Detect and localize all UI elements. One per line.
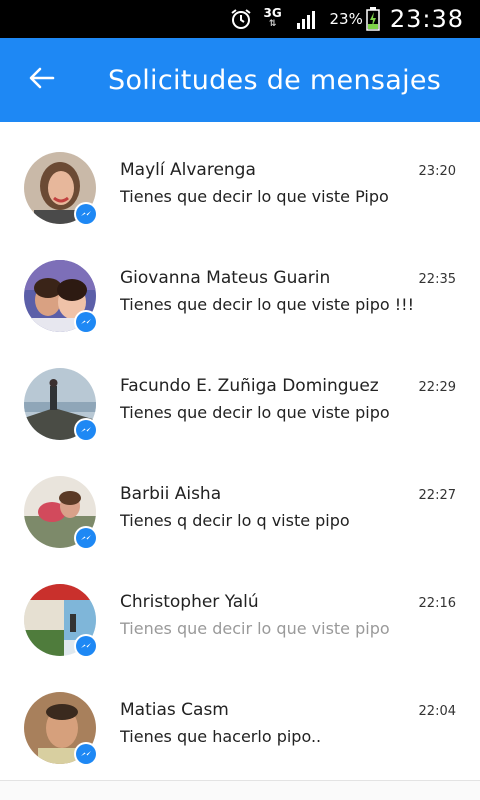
battery-percent: 23% [329, 10, 363, 28]
sender-name: Maylí Alvarenga [120, 160, 256, 180]
avatar [24, 692, 98, 766]
message-time: 22:16 [418, 596, 456, 611]
sender-name: Matias Casm [120, 700, 229, 720]
message-time: 23:20 [418, 164, 456, 179]
avatar [24, 260, 98, 334]
messenger-bolt-icon [74, 742, 98, 766]
messenger-bolt-icon [74, 310, 98, 334]
avatar [24, 476, 98, 550]
message-request-item[interactable]: Maylí Alvarenga Tienes que decir lo que … [0, 122, 480, 230]
status-bar: 3G ⇅ 23% 23:38 [0, 0, 480, 38]
sender-name: Facundo E. Zuñiga Dominguez [120, 376, 379, 396]
list-bottom-edge [0, 780, 480, 800]
message-time: 22:04 [418, 704, 456, 719]
network-type-indicator: 3G ⇅ [263, 6, 282, 29]
message-request-item[interactable]: Facundo E. Zuñiga Dominguez Tienes que d… [0, 338, 480, 446]
message-preview: Tienes que hacerlo pipo.. [120, 727, 322, 746]
sender-name: Barbii Aisha [120, 484, 222, 504]
status-clock: 23:38 [389, 5, 464, 33]
sender-name: Christopher Yalú [120, 592, 259, 612]
message-time: 22:35 [418, 272, 456, 287]
signal-bars-icon [297, 9, 319, 29]
app-bar: Solicitudes de mensajes [0, 38, 480, 122]
message-request-item[interactable]: Barbii Aisha Tienes q decir lo q viste p… [0, 446, 480, 554]
message-request-list: Maylí Alvarenga Tienes que decir lo que … [0, 122, 480, 770]
message-time: 22:29 [418, 380, 456, 395]
back-arrow-icon [29, 67, 55, 93]
alarm-clock-icon [229, 7, 253, 31]
sender-name: Giovanna Mateus Guarin [120, 268, 331, 288]
messenger-bolt-icon [74, 634, 98, 658]
page-title: Solicitudes de mensajes [108, 64, 442, 96]
message-preview: Tienes que decir lo que viste pipo !!! [120, 295, 414, 314]
charging-battery-icon [366, 7, 380, 31]
message-request-item[interactable]: Christopher Yalú Tienes que decir lo que… [0, 554, 480, 662]
avatar [24, 584, 98, 658]
avatar [24, 152, 98, 226]
messenger-bolt-icon [74, 202, 98, 226]
messenger-bolt-icon [74, 418, 98, 442]
message-preview: Tienes que decir lo que viste Pipo [120, 187, 389, 206]
message-preview: Tienes q decir lo q viste pipo [120, 511, 350, 530]
messenger-bolt-icon [74, 526, 98, 550]
message-time: 22:27 [418, 488, 456, 503]
message-request-item[interactable]: Giovanna Mateus Guarin Tienes que decir … [0, 230, 480, 338]
back-button[interactable] [0, 38, 84, 122]
message-request-item[interactable]: Matias Casm Tienes que hacerlo pipo.. 22… [0, 662, 480, 770]
avatar [24, 368, 98, 442]
message-preview: Tienes que decir lo que viste pipo [120, 619, 390, 638]
message-preview: Tienes que decir lo que viste pipo [120, 403, 390, 422]
